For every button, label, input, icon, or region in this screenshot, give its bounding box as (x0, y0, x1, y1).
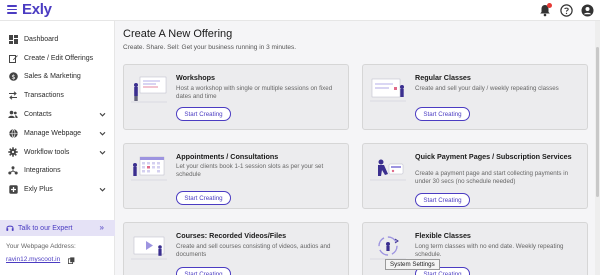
start-creating-button[interactable]: Start Creating (415, 107, 470, 121)
integrations-icon (8, 166, 18, 176)
sidebar-item-dashboard[interactable]: Dashboard (0, 30, 114, 49)
sidebar-item-label: Dashboard (24, 35, 59, 43)
top-icons (538, 3, 594, 17)
svg-text:$: $ (11, 73, 15, 81)
notification-bell-icon[interactable] (538, 3, 552, 17)
scrollbar-track[interactable] (595, 21, 600, 275)
card-description: Create and sell your daily / weekly repe… (415, 85, 559, 92)
card-description: Create and sell courses consisting of vi… (176, 243, 331, 258)
offering-card-courses[interactable]: Courses: Recorded Videos/Files Create an… (123, 222, 349, 275)
start-creating-button[interactable]: Start Creating (176, 107, 231, 121)
sidebar-item-label: Sales & Marketing (24, 73, 81, 81)
start-creating-button[interactable]: Start Creating (176, 191, 231, 205)
edit-icon (8, 53, 18, 63)
flexible-classes-illustration (370, 236, 406, 260)
card-title: Courses: Recorded Videos/Files (176, 231, 287, 240)
start-creating-button[interactable]: Start Creating (176, 267, 231, 275)
card-description: Let your clients book 1-1 session slots … (176, 163, 324, 178)
courses-illustration (131, 236, 167, 260)
talk-to-expert-button[interactable]: Talk to our Expert » (0, 220, 115, 236)
double-chevron-right-icon: » (99, 223, 104, 232)
sidebar-item-contacts[interactable]: Contacts (0, 105, 114, 124)
offering-card-appointments[interactable]: Appointments / Consultations Let your cl… (123, 143, 349, 209)
gear-icon (8, 147, 18, 157)
copy-icon[interactable] (68, 257, 75, 264)
sidebar-item-label: Transactions (24, 92, 64, 100)
plus-icon (8, 185, 18, 195)
headset-icon (6, 225, 14, 231)
sidebar-item-workflow[interactable]: Workflow tools (0, 143, 114, 162)
sidebar: Dashboard Create / Edit Offerings $ Sale… (0, 21, 115, 275)
start-creating-button[interactable]: Start Creating (415, 193, 470, 207)
chevron-down-icon (99, 131, 106, 136)
card-description: Long term classes with no end date. Week… (415, 243, 564, 258)
sidebar-item-label: Manage Webpage (24, 129, 82, 137)
offering-card-workshops[interactable]: Workshops Host a workshop with single or… (123, 64, 349, 130)
card-title: Quick Payment Pages / Subscription Servi… (415, 152, 572, 161)
notification-dot (547, 3, 552, 8)
card-title: Appointments / Consultations (176, 152, 279, 161)
menu-icon[interactable] (7, 5, 17, 14)
sidebar-item-label: Integrations (24, 167, 61, 175)
appointments-illustration (131, 156, 167, 181)
chevron-down-icon (99, 113, 106, 117)
sidebar-item-label: Workflow tools (24, 148, 70, 156)
webpage-url-link[interactable]: ravin12.myscoot.in (6, 256, 60, 263)
page-subtitle: Create. Share. Sell: Get your business r… (123, 44, 297, 51)
sidebar-item-integrations[interactable]: Integrations (0, 162, 114, 181)
transfer-icon (8, 91, 18, 101)
top-bar: Exly (0, 0, 600, 21)
app-logo[interactable]: Exly (22, 1, 52, 18)
account-icon[interactable] (580, 3, 594, 17)
sidebar-item-label: Exly Plus (24, 186, 53, 194)
help-icon[interactable] (559, 3, 573, 17)
sidebar-item-label: Create / Edit Offerings (24, 54, 94, 62)
workshop-illustration (131, 76, 167, 103)
card-title: Workshops (176, 73, 216, 82)
contacts-icon (8, 110, 18, 120)
talk-to-expert-label: Talk to our Expert (18, 224, 73, 232)
sidebar-item-sales[interactable]: $ Sales & Marketing (0, 68, 114, 87)
payment-illustration (370, 159, 406, 181)
dollar-icon: $ (8, 72, 18, 82)
card-description: Create a payment page and start collecti… (415, 170, 569, 185)
sidebar-item-label: Contacts (24, 111, 52, 119)
sidebar-item-transactions[interactable]: Transactions (0, 86, 114, 105)
chevron-down-icon (99, 188, 106, 192)
sidebar-item-webpage[interactable]: Manage Webpage (0, 124, 114, 143)
system-settings-tooltip: System Settings (385, 259, 440, 270)
webpage-address-label: Your Webpage Address: (6, 243, 76, 250)
chevron-down-icon (99, 150, 106, 155)
offering-card-regular-classes[interactable]: Regular Classes Create and sell your dai… (362, 64, 588, 130)
main-content: Create A New Offering Create. Share. Sel… (116, 21, 600, 275)
page-title: Create A New Offering (123, 28, 233, 40)
sidebar-item-offerings[interactable]: Create / Edit Offerings (0, 49, 114, 68)
card-description: Host a workshop with single or multiple … (176, 85, 333, 100)
card-title: Regular Classes (415, 73, 471, 82)
dashboard-icon (8, 34, 18, 44)
sidebar-item-exly-plus[interactable]: Exly Plus (0, 180, 114, 199)
regular-classes-illustration (370, 78, 406, 102)
scrollbar-thumb[interactable] (596, 47, 599, 197)
offering-card-payment-pages[interactable]: Quick Payment Pages / Subscription Servi… (362, 143, 588, 209)
globe-icon (8, 128, 18, 138)
card-title: Flexible Classes (415, 231, 471, 240)
